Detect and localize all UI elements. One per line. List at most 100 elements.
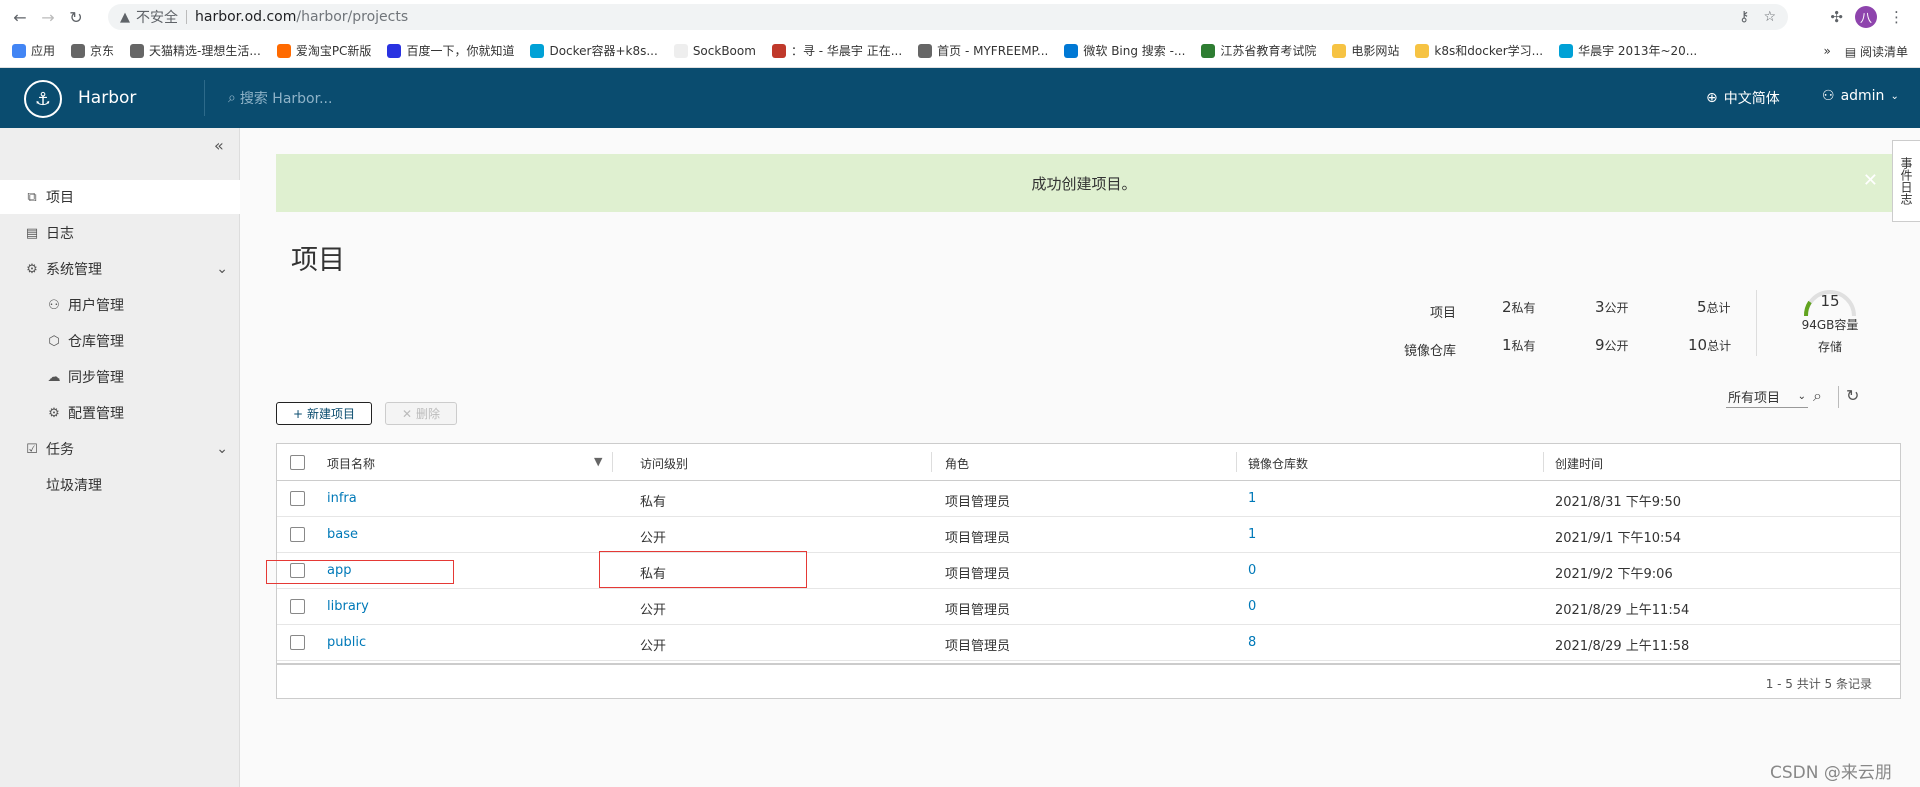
column-header-repos[interactable]: 镜像仓库数 [1248,455,1308,472]
bookmark-item[interactable]: 京东 [71,42,114,59]
reading-list-icon: ▤ [1844,44,1860,59]
project-name-link[interactable]: infra [327,491,357,506]
repo-count-link[interactable]: 0 [1248,563,1256,578]
project-name-link[interactable]: library [327,599,369,614]
bookmark-item[interactable]: 江苏省教育考试院 [1201,42,1316,59]
menu-icon[interactable]: ⋮ [1889,8,1904,26]
row-checkbox[interactable] [290,527,305,542]
event-log-tab[interactable]: 事件日志 [1892,140,1920,222]
reload-icon[interactable]: ↻ [62,3,90,31]
table-row[interactable]: public 公开 项目管理员 8 2021/8/29 上午11:58 [277,625,1900,661]
repo-count-link[interactable]: 1 [1248,527,1256,542]
table-row[interactable]: app 私有 项目管理员 0 2021/9/2 下午9:06 [277,553,1900,589]
access-level: 私有 [640,495,667,510]
insecure-label: 不安全 [136,10,178,26]
sidebar-item-registries[interactable]: ⬡ 仓库管理 [0,324,240,358]
column-separator [931,452,932,472]
star-icon[interactable]: ☆ [1763,9,1776,25]
sidebar-item-logs[interactable]: ▤ 日志 [0,216,240,250]
bookmark-item[interactable]: 首页 - MYFREEMP... [918,42,1048,59]
stats-divider [1756,290,1757,356]
table-row[interactable]: base 公开 项目管理员 1 2021/9/1 下午10:54 [277,517,1900,553]
sidebar-item-gc[interactable]: 垃圾清理 [0,468,240,502]
bookmark-item[interactable]: 微软 Bing 搜索 -... [1064,42,1185,59]
bookmark-item[interactable]: SockBoom [673,43,756,58]
project-icon: ⧉ [27,189,37,205]
key-icon[interactable]: ⚷ [1739,9,1749,25]
more-bookmarks-icon[interactable]: » [1823,44,1830,58]
table-footer: 1 - 5 共计 5 条记录 [277,663,1900,699]
row-checkbox[interactable] [290,599,305,614]
sidebar-item-label: 垃圾清理 [46,478,102,494]
warning-icon: ▲ [120,9,130,25]
search-icon[interactable]: ⌕ [1813,386,1822,406]
project-name-link[interactable]: base [327,527,358,542]
sidebar-item-replications[interactable]: ☁ 同步管理 [0,360,240,394]
table-row[interactable]: infra 私有 项目管理员 1 2021/8/31 下午9:50 [277,481,1900,517]
created-time: 2021/8/29 上午11:58 [1555,639,1690,654]
bookmark-label: 微软 Bing 搜索 -... [1083,44,1186,58]
user-icon: ⚇ [1822,88,1835,104]
collapse-sidebar-icon[interactable]: « [214,136,224,155]
highlight-box [599,551,807,588]
search-icon: ⌕ [228,90,236,106]
global-search[interactable]: ⌕ 搜索 Harbor... [228,88,332,108]
project-name-link[interactable]: public [327,635,366,650]
back-arrow-icon[interactable]: ← [6,3,34,31]
created-time: 2021/8/31 下午9:50 [1555,495,1681,510]
column-header-role[interactable]: 角色 [945,455,969,472]
profile-avatar[interactable]: 八 [1855,6,1877,28]
bookmark-item[interactable]: 华晨宇 2013年~20... [1559,42,1697,59]
forward-arrow-icon[interactable]: → [34,3,62,31]
column-header-name[interactable]: 项目名称 [327,455,375,472]
bookmarks-right: » ▤ 阅读清单 [1815,34,1908,67]
language-label: 中文简体 [1723,91,1780,107]
select-all-checkbox[interactable] [290,455,305,470]
bookmark-item[interactable]: 电影网站 [1332,42,1399,59]
repo-count-link[interactable]: 1 [1248,491,1256,506]
row-checkbox[interactable] [290,491,305,506]
refresh-icon[interactable]: ↻ [1846,386,1859,405]
bookmark-item[interactable]: Docker容器+k8s... [530,42,658,59]
column-header-created[interactable]: 创建时间 [1555,455,1603,472]
bookmark-favicon-icon [71,43,86,58]
bookmark-item[interactable]: 百度一下，你就知道 [387,42,514,59]
bookmark-label: 应用 [31,44,56,58]
close-icon[interactable]: ✕ [1863,170,1878,191]
user-menu[interactable]: ⚇ admin ⌄ [1822,88,1899,104]
filter-icon[interactable]: ▼ [594,455,602,468]
sidebar-item-users[interactable]: ⚇ 用户管理 [0,288,240,322]
bookmark-item[interactable]: 天猫精选-理想生活... [130,42,261,59]
delete-button[interactable]: ✕ 删除 [385,402,457,425]
brand-name[interactable]: Harbor [78,88,136,108]
reading-list[interactable]: ▤ 阅读清单 [1845,43,1908,60]
role: 项目管理员 [945,603,1011,618]
repo-count-link[interactable]: 0 [1248,599,1256,614]
bookmark-item[interactable]: 爱淘宝PC新版 [276,42,371,59]
sidebar-item-configuration[interactable]: ⚙ 配置管理 [0,396,240,430]
stats-repos-row: 镜像仓库 1私有 9公开 10总计 [1390,336,1750,360]
project-filter-select[interactable]: 所有项目 ⌄ [1726,386,1808,408]
task-icon: ☑ [26,441,38,457]
bookmark-item[interactable]: 应用 [12,42,55,59]
bookmark-label: 华晨宇 2013年~20... [1578,44,1698,58]
browser-toolbar: ← → ↻ ▲ 不安全 harbor.od.com/harbor/project… [0,0,1920,34]
sidebar-item-administration[interactable]: ⚙ 系统管理 ⌄ [0,252,240,286]
bookmark-item[interactable]: k8s和docker学习... [1415,42,1543,59]
table-row[interactable]: library 公开 项目管理员 0 2021/8/29 上午11:54 [277,589,1900,625]
bookmark-item[interactable]: ：寻 - 华晨宇 正在... [771,42,902,59]
users-icon: ⚇ [48,297,60,313]
sidebar-item-projects[interactable]: ⧉ 项目 [0,180,240,214]
highlight-box [266,560,454,584]
address-bar[interactable]: ▲ 不安全 harbor.od.com/harbor/projects ⚷ ☆ [108,4,1788,30]
harbor-logo-icon[interactable]: ⚓ [24,80,62,118]
created-time: 2021/9/1 下午10:54 [1555,531,1681,546]
repo-count-link[interactable]: 8 [1248,635,1256,650]
column-header-access[interactable]: 访问级别 [640,455,688,472]
sidebar-item-tasks[interactable]: ☑ 任务 ⌄ [0,432,240,466]
row-checkbox[interactable] [290,635,305,650]
language-selector[interactable]: ⊕ 中文简体 [1706,88,1780,108]
new-project-button[interactable]: + 新建项目 [276,402,372,425]
storage-label: 存储 [1817,340,1842,354]
extensions-icon[interactable]: ✣ [1830,8,1843,26]
